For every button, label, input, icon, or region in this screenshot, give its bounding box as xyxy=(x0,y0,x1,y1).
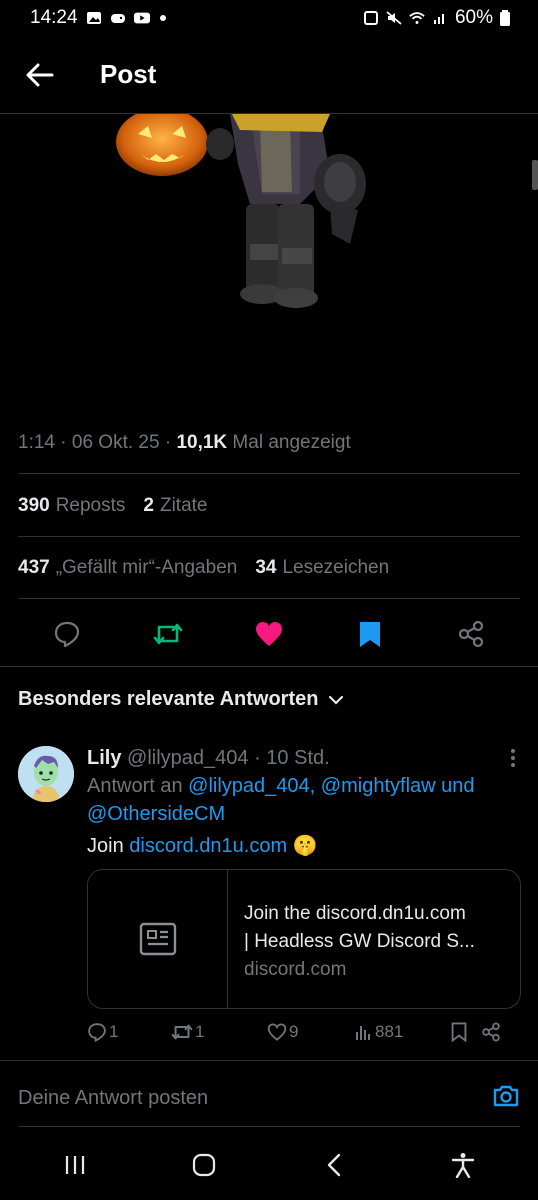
recent-apps-button[interactable] xyxy=(45,1135,105,1195)
reply-header: Lily @lilypad_404 · 10 Std. xyxy=(87,747,330,769)
reply-time: 10 Std. xyxy=(266,747,330,769)
bookmark-filled-icon xyxy=(360,622,381,647)
article-icon xyxy=(139,922,176,956)
reply-text: Join discord.dn1u.com 🤫 xyxy=(87,835,318,857)
reposts-link[interactable]: 390 Reposts xyxy=(18,495,125,517)
post-meta: 1:14 · 06 Okt. 25 · 10,1K Mal angezeigt xyxy=(18,432,351,453)
avatar[interactable] xyxy=(18,746,74,802)
chevron-down-icon xyxy=(329,695,344,705)
card-title-line1: Join the discord.dn1u.com xyxy=(244,903,466,924)
more-options-button[interactable] xyxy=(510,748,516,773)
reply-url-link[interactable]: discord.dn1u.com xyxy=(129,835,287,857)
game-icon xyxy=(110,14,125,23)
reply-like-button[interactable]: 9 xyxy=(267,1022,355,1042)
media-scrollbar xyxy=(532,160,538,190)
share-button[interactable] xyxy=(451,614,491,654)
reply-composer[interactable]: Deine Antwort posten xyxy=(0,1068,538,1128)
chevron-left-icon xyxy=(327,1153,340,1177)
top-app-bar: Post xyxy=(0,36,538,114)
divider xyxy=(18,1126,520,1127)
roblox-character-image xyxy=(116,114,366,308)
reply-views-button[interactable]: 881 xyxy=(355,1022,451,1042)
post-action-bar xyxy=(0,604,538,664)
reply-button[interactable] xyxy=(47,614,87,654)
views-count: 10,1K xyxy=(176,432,228,453)
reply-icon xyxy=(54,621,79,648)
replies-sort-label: Besonders relevante Antworten xyxy=(18,688,319,710)
bookmark-button[interactable] xyxy=(350,614,390,654)
link-preview-card[interactable]: Join the discord.dn1u.com | Headless GW … xyxy=(87,869,521,1009)
user-avatar-image xyxy=(18,746,74,802)
mute-icon xyxy=(386,11,402,25)
reply-icon xyxy=(88,1023,106,1042)
bookmarks-link[interactable]: 34 Lesezeichen xyxy=(255,557,389,579)
heart-icon xyxy=(267,1023,287,1041)
divider xyxy=(0,1060,538,1061)
quotes-link[interactable]: 2 Zitate xyxy=(143,495,207,517)
reply-reply-button[interactable]: 1 xyxy=(87,1022,171,1042)
battery-icon xyxy=(500,10,510,26)
signal-icon xyxy=(433,14,444,24)
reply-repost-button[interactable]: 1 xyxy=(171,1022,267,1042)
post-image[interactable] xyxy=(0,114,538,414)
repost-icon xyxy=(171,1024,193,1040)
mention-link[interactable]: @lilypad_404, xyxy=(188,775,315,797)
more-vertical-icon xyxy=(511,749,515,767)
camera-button[interactable] xyxy=(492,1084,520,1113)
like-stats: 437 „Gefällt mir“-Angaben 34 Lesezeichen xyxy=(18,557,389,579)
share-icon xyxy=(482,1022,500,1042)
notification-dot xyxy=(159,15,166,21)
reply-bookmark-button[interactable] xyxy=(451,1022,481,1042)
nfc-icon xyxy=(363,11,378,25)
post-time: 1:14 xyxy=(18,432,55,453)
back-button[interactable] xyxy=(0,36,80,114)
battery-percent: 60% xyxy=(454,7,493,28)
divider xyxy=(18,536,520,537)
reply-author-name[interactable]: Lily xyxy=(87,747,121,769)
camera-icon xyxy=(493,1085,519,1106)
mention-link[interactable]: @OthersideCM xyxy=(87,803,225,825)
share-icon xyxy=(459,620,484,648)
repost-button[interactable] xyxy=(148,614,188,654)
system-navigation-bar xyxy=(0,1130,538,1200)
replies-sort-dropdown[interactable]: Besonders relevante Antworten xyxy=(18,688,344,711)
reply-action-bar: 1 1 9 881 xyxy=(87,1022,517,1042)
bookmark-icon xyxy=(451,1022,467,1042)
wifi-icon xyxy=(409,12,425,24)
home-icon xyxy=(193,1153,216,1177)
post-date: 06 Okt. 25 xyxy=(71,432,160,453)
heart-filled-icon xyxy=(255,622,282,646)
divider xyxy=(18,598,520,599)
gallery-icon xyxy=(86,12,101,24)
arrow-left-icon xyxy=(26,63,54,86)
divider xyxy=(0,666,538,667)
accessibility-button[interactable] xyxy=(433,1135,493,1195)
mention-link[interactable]: @mightyflaw xyxy=(321,775,436,797)
recent-apps-icon xyxy=(65,1156,84,1174)
page-title: Post xyxy=(100,59,157,89)
youtube-icon xyxy=(133,12,150,24)
reply-input[interactable]: Deine Antwort posten xyxy=(18,1087,208,1110)
reply-to-and[interactable]: und xyxy=(441,775,474,797)
divider xyxy=(18,473,520,474)
analytics-icon xyxy=(356,1026,370,1040)
reply-to-line: Antwort an @lilypad_404, @mightyflaw und… xyxy=(87,775,475,825)
status-time: 14:24 xyxy=(30,7,78,28)
card-domain: discord.com xyxy=(244,959,347,980)
reply-author-handle[interactable]: @lilypad_404 xyxy=(127,747,249,769)
home-button[interactable] xyxy=(174,1135,234,1195)
system-back-button[interactable] xyxy=(304,1135,364,1195)
status-bar: 14:24 60% xyxy=(0,0,538,36)
reply-share-button[interactable] xyxy=(481,1022,511,1042)
repost-stats: 390 Reposts 2 Zitate xyxy=(18,495,208,517)
shushing-face-emoji: 🤫 xyxy=(292,835,318,857)
repost-icon xyxy=(153,623,183,645)
views-label: Mal angezeigt xyxy=(232,432,351,453)
likes-link[interactable]: 437 „Gefällt mir“-Angaben xyxy=(18,557,237,579)
like-button[interactable] xyxy=(249,614,289,654)
card-thumbnail xyxy=(88,870,228,1008)
card-title-line2: | Headless GW Discord S... xyxy=(244,931,475,952)
accessibility-icon xyxy=(452,1153,475,1178)
